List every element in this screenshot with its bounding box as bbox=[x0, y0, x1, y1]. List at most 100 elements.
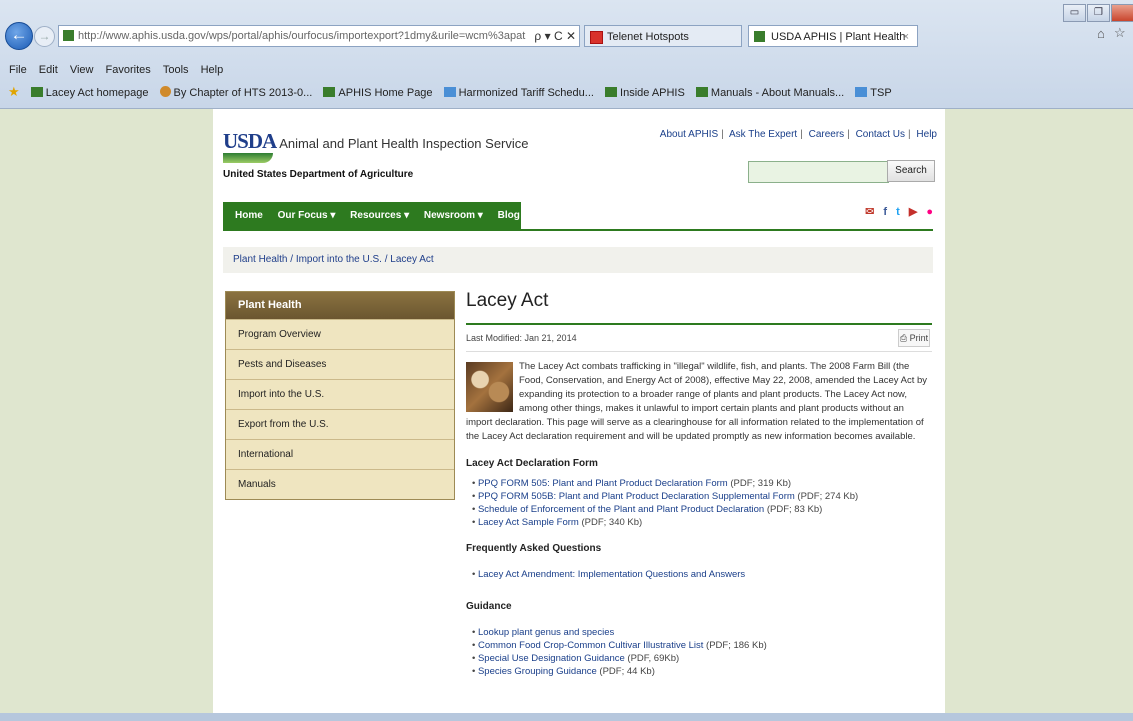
back-button[interactable]: ← bbox=[5, 22, 33, 50]
faq-list: Lacey Act Amendment: Implementation Ques… bbox=[466, 568, 932, 581]
link[interactable]: Common Food Crop-Common Cultivar Illustr… bbox=[478, 640, 703, 651]
list-item: Special Use Designation Guidance (PDF, 6… bbox=[472, 652, 932, 665]
favorite-item[interactable]: TSP bbox=[855, 83, 892, 103]
site-favicon-icon bbox=[63, 30, 74, 41]
menu-edit[interactable]: Edit bbox=[39, 64, 58, 76]
article: Lacey Act Last Modified: Jan 21, 2014 ⎙ … bbox=[466, 287, 932, 678]
nav-our-focus[interactable]: Our Focus ▾ bbox=[278, 210, 336, 221]
link[interactable]: Lookup plant genus and species bbox=[478, 627, 614, 638]
list-item: Lacey Act Sample Form (PDF; 340 Kb) bbox=[472, 516, 932, 529]
ie-page-icon bbox=[855, 87, 868, 97]
nav-home[interactable]: Home bbox=[235, 210, 263, 221]
link-ask-the-expert[interactable]: Ask The Expert bbox=[729, 129, 797, 140]
link-contact-us[interactable]: Contact Us bbox=[856, 129, 905, 140]
utility-links: About APHIS | Ask The Expert | Careers | Co… bbox=[659, 129, 937, 140]
nav-resources[interactable]: Resources ▾ bbox=[350, 210, 409, 221]
flickr-icon[interactable]: ● bbox=[926, 206, 933, 218]
sidebar-item-program-overview[interactable]: Program Overview bbox=[226, 319, 454, 349]
article-meta: Last Modified: Jan 21, 2014 ⎙ Print bbox=[466, 325, 932, 352]
usda-favicon-icon bbox=[30, 87, 43, 97]
link[interactable]: Lacey Act Amendment: Implementation Ques… bbox=[478, 569, 745, 580]
web-page: USDA Animal and Plant Health Inspection S… bbox=[213, 109, 945, 721]
taskbar bbox=[0, 713, 1133, 721]
address-bar[interactable]: http://www.aphis.usda.gov/wps/portal/aph… bbox=[58, 25, 580, 47]
link[interactable]: Lacey Act Sample Form bbox=[478, 517, 579, 528]
sidebar-item-manuals[interactable]: Manuals bbox=[226, 469, 454, 499]
usda-tab-icon bbox=[754, 31, 765, 42]
section-heading: Guidance bbox=[466, 601, 512, 612]
breadcrumb-trail[interactable]: Plant Health / Import into the U.S. / La… bbox=[233, 254, 434, 265]
logo-swoosh-icon bbox=[223, 153, 273, 163]
youtube-icon[interactable]: ▶ bbox=[909, 205, 917, 218]
search-input[interactable] bbox=[748, 161, 889, 183]
page-title: Lacey Act bbox=[466, 290, 549, 311]
nav-newsroom[interactable]: Newsroom ▾ bbox=[424, 210, 483, 221]
menu-bar: File Edit View Favorites Tools Help bbox=[0, 60, 1133, 80]
list-item: Species Grouping Guidance (PDF; 44 Kb) bbox=[472, 665, 932, 678]
section-heading: Frequently Asked Questions bbox=[466, 543, 602, 554]
sidebar-item-international[interactable]: International bbox=[226, 439, 454, 469]
printer-icon: ⎙ bbox=[899, 333, 908, 343]
print-button[interactable]: ⎙ Print bbox=[898, 329, 930, 347]
usda-logo[interactable]: USDA Animal and Plant Health Inspection S… bbox=[223, 129, 529, 163]
favorites-star-icon[interactable]: ☆ bbox=[1114, 25, 1126, 41]
usda-favicon-icon bbox=[605, 87, 618, 97]
twitter-icon[interactable]: t bbox=[896, 206, 900, 218]
breadcrumb: Plant Health / Import into the U.S. / La… bbox=[223, 247, 933, 273]
favorite-item[interactable]: Manuals - About Manuals... bbox=[695, 83, 844, 103]
link-help[interactable]: Help bbox=[916, 129, 937, 140]
telenet-icon bbox=[590, 31, 603, 44]
usda-favicon-icon bbox=[695, 87, 708, 97]
favorite-item[interactable]: APHIS Home Page bbox=[323, 83, 433, 103]
favorites-star-icon[interactable]: ★ bbox=[8, 82, 20, 102]
declaration-form-list: PPQ FORM 505: Plant and Plant Product De… bbox=[466, 477, 932, 529]
link-careers[interactable]: Careers bbox=[809, 129, 845, 140]
favorite-item[interactable]: By Chapter of HTS 2013-0... bbox=[159, 83, 312, 103]
sidebar-item-pests-and-diseases[interactable]: Pests and Diseases bbox=[226, 349, 454, 379]
sidebar-item-export[interactable]: Export from the U.S. bbox=[226, 409, 454, 439]
list-item: Schedule of Enforcement of the Plant and… bbox=[472, 503, 932, 516]
facebook-icon[interactable]: f bbox=[883, 206, 887, 218]
list-item: Lookup plant genus and species bbox=[472, 626, 932, 639]
link[interactable]: Species Grouping Guidance bbox=[478, 666, 597, 677]
social-links: ✉ f t ▶ ● bbox=[859, 205, 933, 218]
intro-paragraph: The Lacey Act combats trafficking in "il… bbox=[466, 360, 932, 444]
favorite-item[interactable]: Lacey Act homepage bbox=[30, 83, 148, 103]
favorites-bar: ★ Lacey Act homepage By Chapter of HTS 2… bbox=[0, 82, 1133, 102]
sidebar-item-import[interactable]: Import into the U.S. bbox=[226, 379, 454, 409]
usda-favicon-icon bbox=[323, 87, 336, 97]
tab-close-icon[interactable]: × bbox=[903, 26, 909, 46]
section-heading: Lacey Act Declaration Form bbox=[466, 458, 598, 469]
agency-name: Animal and Plant Health Inspection Servi… bbox=[279, 136, 529, 151]
link[interactable]: PPQ FORM 505: Plant and Plant Product De… bbox=[478, 478, 728, 489]
navigation-row: ← → http://www.aphis.usda.gov/wps/portal… bbox=[0, 20, 1133, 50]
menu-view[interactable]: View bbox=[70, 64, 94, 76]
guidance-list: Lookup plant genus and species Common Fo… bbox=[466, 626, 932, 678]
menu-help[interactable]: Help bbox=[201, 64, 224, 76]
menu-tools[interactable]: Tools bbox=[163, 64, 189, 76]
address-controls[interactable]: ρ ▾ C ✕ bbox=[534, 26, 576, 46]
forward-button[interactable]: → bbox=[34, 26, 55, 47]
list-item: Lacey Act Amendment: Implementation Ques… bbox=[472, 568, 932, 581]
menu-file[interactable]: File bbox=[9, 64, 27, 76]
email-icon[interactable]: ✉ bbox=[865, 205, 874, 218]
tab-telenet[interactable]: Telenet Hotspots bbox=[584, 25, 742, 47]
link-about-aphis[interactable]: About APHIS bbox=[660, 129, 718, 140]
logs-thumbnail-image bbox=[466, 362, 513, 412]
link[interactable]: PPQ FORM 505B: Plant and Plant Product D… bbox=[478, 491, 795, 502]
favorite-item[interactable]: Harmonized Tariff Schedu... bbox=[443, 83, 594, 103]
search-button[interactable]: Search bbox=[887, 160, 935, 182]
tab-usda-aphis[interactable]: USDA APHIS | Plant Health × bbox=[748, 25, 918, 47]
sidebar: Plant Health Program Overview Pests and … bbox=[225, 291, 455, 500]
logo-usda-text: USDA bbox=[223, 129, 277, 153]
link[interactable]: Schedule of Enforcement of the Plant and… bbox=[478, 504, 764, 515]
favorite-item[interactable]: Inside APHIS bbox=[605, 83, 685, 103]
menu-favorites[interactable]: Favorites bbox=[106, 64, 151, 76]
sidebar-title[interactable]: Plant Health bbox=[226, 292, 454, 319]
main-nav: Home Our Focus ▾ Resources ▾ Newsroom ▾ … bbox=[223, 202, 521, 230]
link[interactable]: Special Use Designation Guidance bbox=[478, 653, 625, 664]
nav-divider bbox=[223, 229, 933, 231]
home-icon[interactable]: ⌂ bbox=[1097, 26, 1105, 41]
list-item: PPQ FORM 505B: Plant and Plant Product D… bbox=[472, 490, 932, 503]
nav-blog[interactable]: Blog bbox=[498, 210, 520, 221]
